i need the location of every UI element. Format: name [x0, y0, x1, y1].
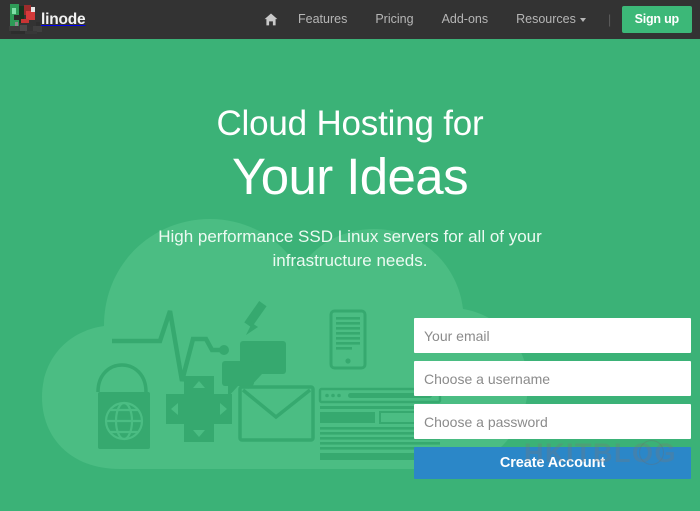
hero-headline-line-1: Cloud Hosting for [216, 104, 484, 143]
hero-section: Cloud Hosting for Your Ideas High perfor… [0, 39, 700, 511]
nav-separator: | [607, 12, 612, 27]
signup-form: Create Account [414, 318, 691, 479]
signup-button[interactable]: Sign up [621, 6, 692, 33]
home-icon [264, 13, 278, 26]
nav-item-features-label: Features [298, 12, 348, 26]
nav-item-resources[interactable]: Resources [502, 0, 600, 39]
email-field[interactable] [414, 318, 691, 353]
hero-text-block: Cloud Hosting for Your Ideas High perfor… [0, 39, 700, 273]
chevron-down-icon [579, 17, 586, 22]
nav-home-link[interactable] [258, 13, 284, 26]
server-stack-icon [176, 469, 244, 511]
padlock-icon [249, 471, 291, 511]
brand-logo-link[interactable]: linode [8, 0, 118, 39]
chat-bubbles-icon [222, 341, 286, 397]
nav-item-addons[interactable]: Add-ons [428, 0, 503, 39]
nav-item-pricing-label: Pricing [375, 12, 414, 26]
video-camera-icon [303, 479, 385, 511]
envelope-icon [238, 385, 315, 442]
nav-item-addons-label: Add-ons [441, 12, 489, 26]
shopping-bag-globe-icon [96, 363, 150, 449]
dpad-icon [166, 376, 232, 442]
username-field[interactable] [414, 361, 691, 396]
hero-subheadline: High performance SSD Linux servers for a… [158, 227, 542, 270]
hero-headline-line-2: Your Ideas [232, 148, 469, 205]
create-account-button[interactable]: Create Account [414, 447, 691, 479]
brand-name-text: linode [41, 10, 86, 28]
mobile-phone-icon [329, 309, 367, 370]
nav-item-features[interactable]: Features [284, 0, 361, 39]
nav-item-pricing[interactable]: Pricing [361, 0, 427, 39]
nav-item-resources-label: Resources [516, 12, 576, 26]
heartbeat-icon [112, 310, 229, 382]
pencil-icon [244, 301, 267, 335]
password-field[interactable] [414, 404, 691, 439]
code-brackets-icon [82, 474, 160, 511]
top-navigation-bar: linode Features Pricing Add-ons Resource… [0, 0, 700, 39]
